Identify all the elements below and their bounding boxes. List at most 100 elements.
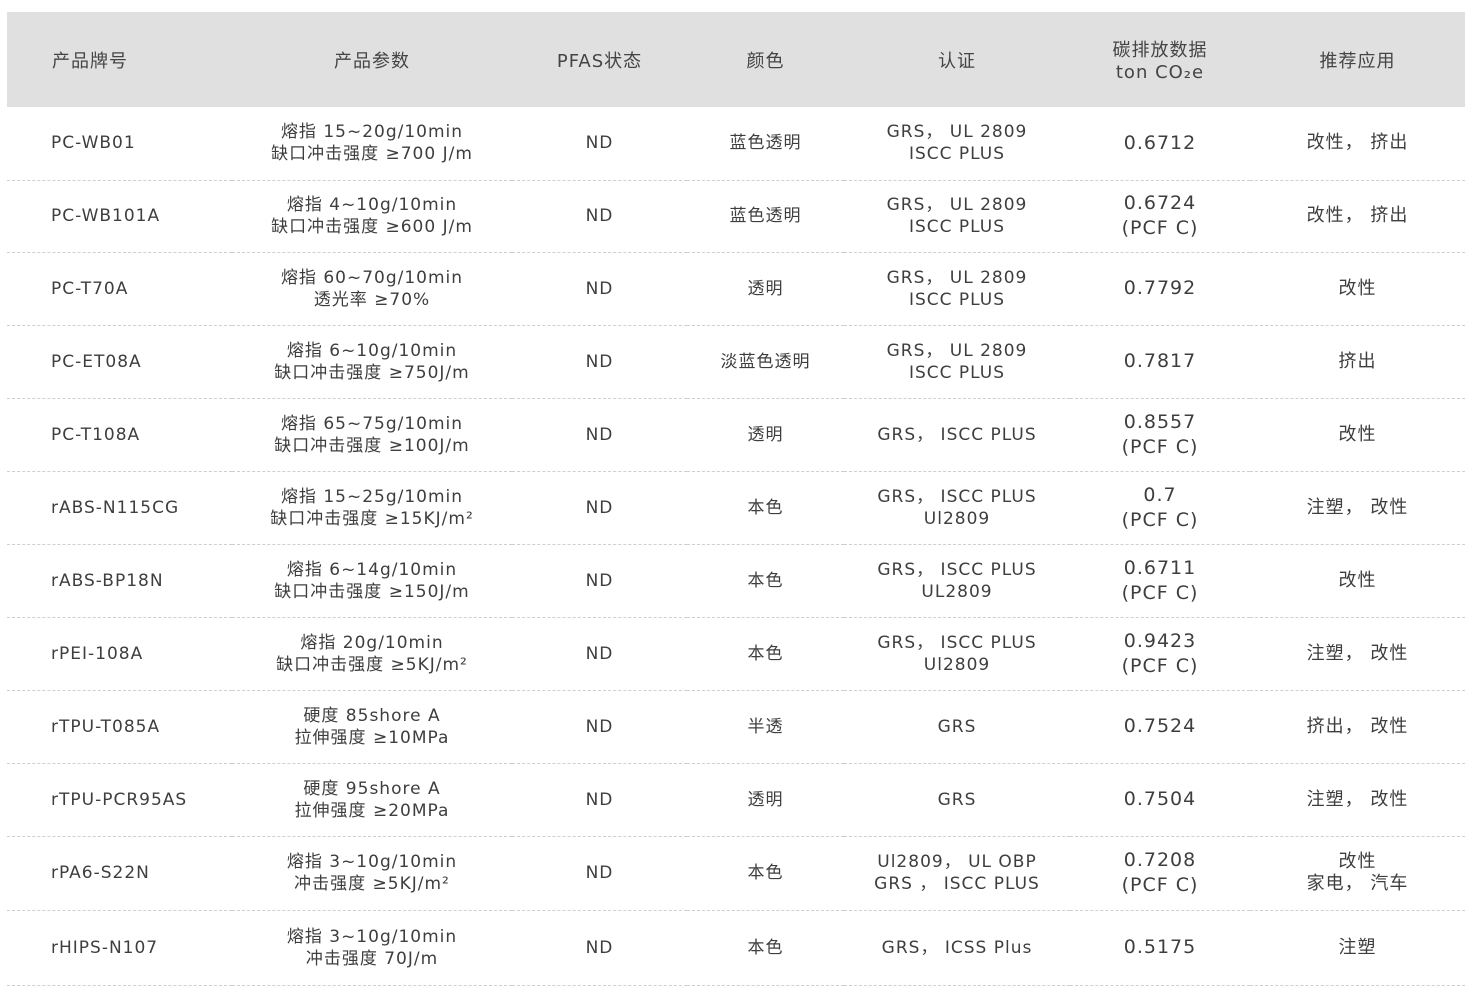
cell-params-line: 熔指 4~10g/10min bbox=[286, 195, 458, 215]
cell-params: 熔指 6~10g/10min 缺口冲击强度 ≥750J/m bbox=[232, 325, 512, 398]
cell-application-line: 挤出， 改性 bbox=[1306, 715, 1409, 737]
cell-cert: GRS， UL 2809 ISCC PLUS bbox=[844, 180, 1070, 252]
cell-color: 半透 bbox=[747, 716, 784, 737]
cell-application: 注塑 bbox=[1250, 910, 1465, 985]
cell-carbon: 0.8557 (PCF C) bbox=[1070, 398, 1250, 471]
cell-application-line: 改性， 挤出 bbox=[1306, 132, 1409, 154]
cell-params: 硬度 95shore A 拉伸强度 ≥20MPa bbox=[232, 763, 512, 836]
cell-color: 透明 bbox=[747, 278, 784, 299]
cell-params-line: 缺口冲击强度 ≥100J/m bbox=[274, 435, 470, 456]
cell-color: 透明 bbox=[747, 424, 784, 445]
cell-cert: GRS， ISCC PLUS bbox=[844, 398, 1070, 471]
cell-cert: GRS， ISCC PLUS Ul2809 bbox=[844, 617, 1070, 690]
cell-pfas: ND bbox=[585, 716, 614, 737]
cell-carbon: 0.7524 bbox=[1070, 690, 1250, 763]
cell-brand: rABS-N115CG bbox=[51, 497, 180, 518]
table-body: PC-WB01 熔指 15~20g/10min 缺口冲击强度 ≥700 J/m ND 蓝… bbox=[7, 107, 1465, 985]
cell-cert: GRS bbox=[844, 690, 1070, 763]
cell-cert-line: Ul2809， UL OBP bbox=[877, 852, 1037, 872]
cell-carbon-line: (PCF C) bbox=[1121, 654, 1199, 677]
cell-cert-line: ISCC PLUS bbox=[908, 217, 1006, 237]
cell-application: 改性 bbox=[1250, 252, 1465, 325]
cell-application-line: 注塑， 改性 bbox=[1306, 788, 1409, 810]
cell-brand: PC-T108A bbox=[51, 424, 141, 445]
header-carbon-line1: 碳排放数据 bbox=[1112, 40, 1208, 61]
cell-params: 硬度 85shore A 拉伸强度 ≥10MPa bbox=[232, 690, 512, 763]
cell-carbon-line: (PCF C) bbox=[1121, 581, 1199, 604]
table-row: rPEI-108A 熔指 20g/10min 缺口冲击强度 ≥5KJ/m² ND 本色 G… bbox=[7, 617, 1465, 690]
cell-pfas: ND bbox=[585, 351, 614, 372]
cell-carbon-line: 0.6711 bbox=[1123, 556, 1197, 579]
cell-color: 本色 bbox=[747, 937, 784, 958]
cell-carbon-line: 0.7504 bbox=[1123, 788, 1197, 810]
cell-carbon-line: 0.7 bbox=[1143, 483, 1177, 506]
cell-color: 本色 bbox=[747, 643, 784, 664]
watermark-text bbox=[1314, 0, 1424, 12]
cell-pfas: ND bbox=[585, 133, 614, 154]
cell-pfas: ND bbox=[585, 937, 614, 958]
cell-brand: rHIPS-N107 bbox=[51, 937, 159, 958]
cell-carbon: 0.5175 bbox=[1070, 910, 1250, 985]
cell-application: 改性 bbox=[1250, 398, 1465, 471]
cell-carbon: 0.6711 (PCF C) bbox=[1070, 544, 1250, 617]
cell-carbon-line: 0.6724 bbox=[1123, 192, 1197, 214]
cell-application-line: 改性 bbox=[1338, 277, 1377, 299]
cell-application: 注塑， 改性 bbox=[1250, 763, 1465, 836]
cell-carbon: 0.6712 bbox=[1070, 107, 1250, 180]
cell-cert-line: GRS， ISCC PLUS bbox=[877, 632, 1037, 653]
cell-brand: PC-ET08A bbox=[51, 351, 142, 372]
cell-pfas: ND bbox=[585, 643, 614, 664]
cell-params-line: 熔指 60~70g/10min bbox=[280, 267, 464, 288]
cell-cert-line: GRS， UL 2809 bbox=[886, 122, 1028, 143]
cell-application-line: 改性 bbox=[1338, 569, 1377, 591]
table-row: PC-T70A 熔指 60~70g/10min 透光率 ≥70% ND 透明 GRS， U… bbox=[7, 252, 1465, 325]
cell-pfas: ND bbox=[585, 206, 614, 226]
table-row: PC-T108A 熔指 65~75g/10min 缺口冲击强度 ≥100J/m ND 透… bbox=[7, 398, 1465, 471]
cell-brand: PC-WB101A bbox=[51, 206, 161, 226]
cell-brand: PC-T70A bbox=[51, 278, 129, 299]
cell-application-line: 改性 bbox=[1338, 851, 1377, 872]
cell-carbon: 0.6724 (PCF C) bbox=[1070, 180, 1250, 252]
cell-carbon-line: 0.5175 bbox=[1123, 936, 1197, 958]
cell-application-line: 改性 bbox=[1338, 423, 1377, 445]
cell-params-line: 缺口冲击强度 ≥150J/m bbox=[274, 581, 470, 602]
cell-carbon-line: 0.8557 bbox=[1123, 410, 1197, 433]
cell-carbon: 0.7 (PCF C) bbox=[1070, 471, 1250, 544]
cell-carbon: 0.9423 (PCF C) bbox=[1070, 617, 1250, 690]
table-row: rPA6-S22N 熔指 3~10g/10min 冲击强度 ≥5KJ/m² ND 本色 U… bbox=[7, 836, 1465, 910]
cell-cert-line: GRS， ISCC PLUS bbox=[877, 486, 1037, 507]
table-row: rABS-N115CG 熔指 15~25g/10min 缺口冲击强度 ≥15KJ/m… bbox=[7, 471, 1465, 544]
cell-cert: GRS， UL 2809 ISCC PLUS bbox=[844, 252, 1070, 325]
cell-brand: rPA6-S22N bbox=[51, 863, 150, 883]
cell-carbon-line: (PCF C) bbox=[1121, 508, 1199, 531]
cell-application: 注塑， 改性 bbox=[1250, 471, 1465, 544]
header-carbon: 碳排放数据 ton CO₂e bbox=[1070, 12, 1250, 107]
cell-pfas: ND bbox=[585, 863, 614, 883]
cell-params: 熔指 3~10g/10min 冲击强度 70J/m bbox=[232, 910, 512, 985]
cell-carbon-line: (PCF C) bbox=[1121, 874, 1199, 896]
cell-cert-line: ISCC PLUS bbox=[908, 362, 1006, 383]
cell-params-line: 熔指 15~20g/10min bbox=[280, 122, 464, 143]
cell-cert-line: ISCC PLUS bbox=[908, 144, 1006, 165]
table-row: PC-WB101A 熔指 4~10g/10min 缺口冲击强度 ≥600 J/m ND… bbox=[7, 180, 1465, 252]
cell-cert-line: GRS， UL 2809 bbox=[886, 267, 1028, 288]
header-application: 推荐应用 bbox=[1319, 50, 1396, 72]
cell-color: 透明 bbox=[747, 789, 784, 810]
cell-cert: GRS， UL 2809 ISCC PLUS bbox=[844, 325, 1070, 398]
cell-cert-line: Ul2809 bbox=[923, 654, 991, 675]
cell-cert-line: Ul2809 bbox=[923, 508, 991, 529]
cell-params-line: 缺口冲击强度 ≥15KJ/m² bbox=[270, 508, 474, 529]
cell-application-line: 挤出 bbox=[1338, 350, 1377, 372]
cell-color: 本色 bbox=[747, 570, 784, 591]
cell-application: 注塑， 改性 bbox=[1250, 617, 1465, 690]
cell-params: 熔指 6~14g/10min 缺口冲击强度 ≥150J/m bbox=[232, 544, 512, 617]
cell-color: 本色 bbox=[747, 863, 784, 883]
cell-cert: GRS， ISCC PLUS UL2809 bbox=[844, 544, 1070, 617]
cell-params-line: 硬度 95shore A bbox=[303, 778, 441, 799]
cell-pfas: ND bbox=[585, 497, 614, 518]
cell-carbon: 0.7208 (PCF C) bbox=[1070, 836, 1250, 910]
cell-cert-line: GRS ， ISCC PLUS bbox=[874, 874, 1040, 894]
table-row: rTPU-PCR95AS 硬度 95shore A 拉伸强度 ≥20MPa ND 透明 G… bbox=[7, 763, 1465, 836]
cell-pfas: ND bbox=[585, 424, 614, 445]
table-row: PC-WB01 熔指 15~20g/10min 缺口冲击强度 ≥700 J/m ND 蓝… bbox=[7, 107, 1465, 180]
